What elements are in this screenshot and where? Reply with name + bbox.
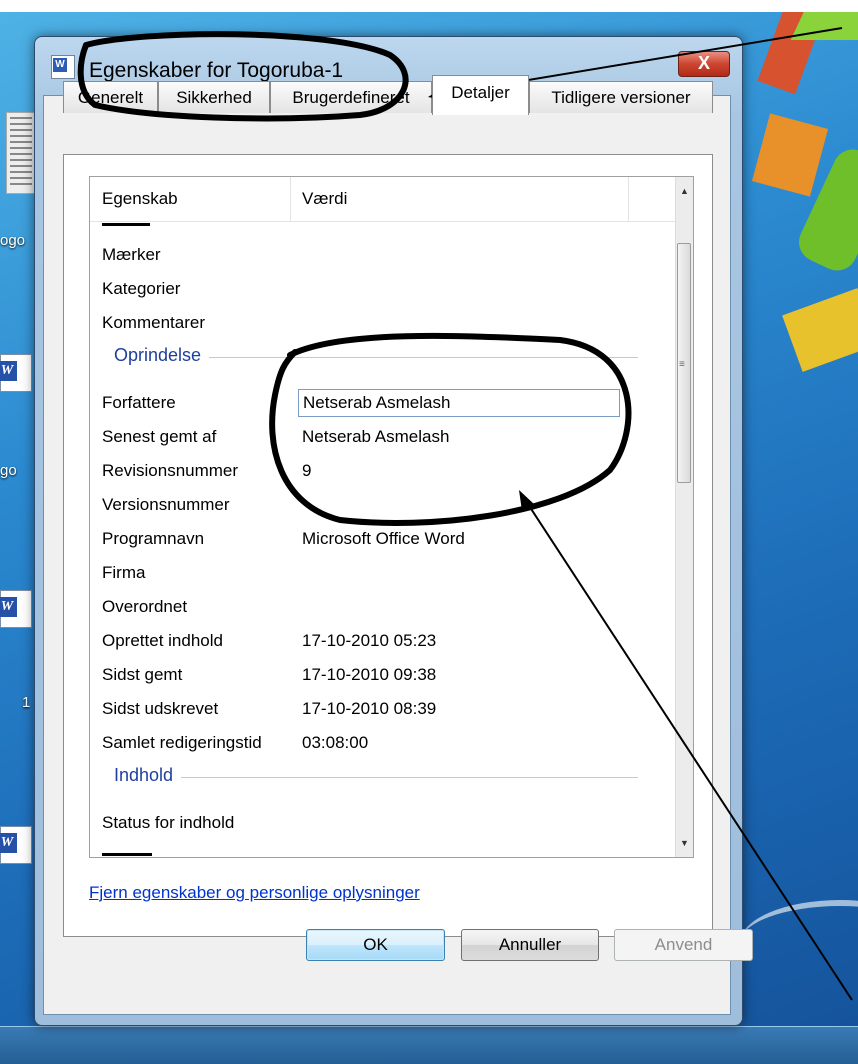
annotation-arrow-line: [521, 494, 853, 1001]
annotation-overlay: [77, 27, 853, 1001]
tab-details[interactable]: Detaljer: [432, 75, 529, 115]
annotation-ellipse-author: [269, 332, 632, 526]
annotation-ellipse-title: [77, 31, 409, 122]
